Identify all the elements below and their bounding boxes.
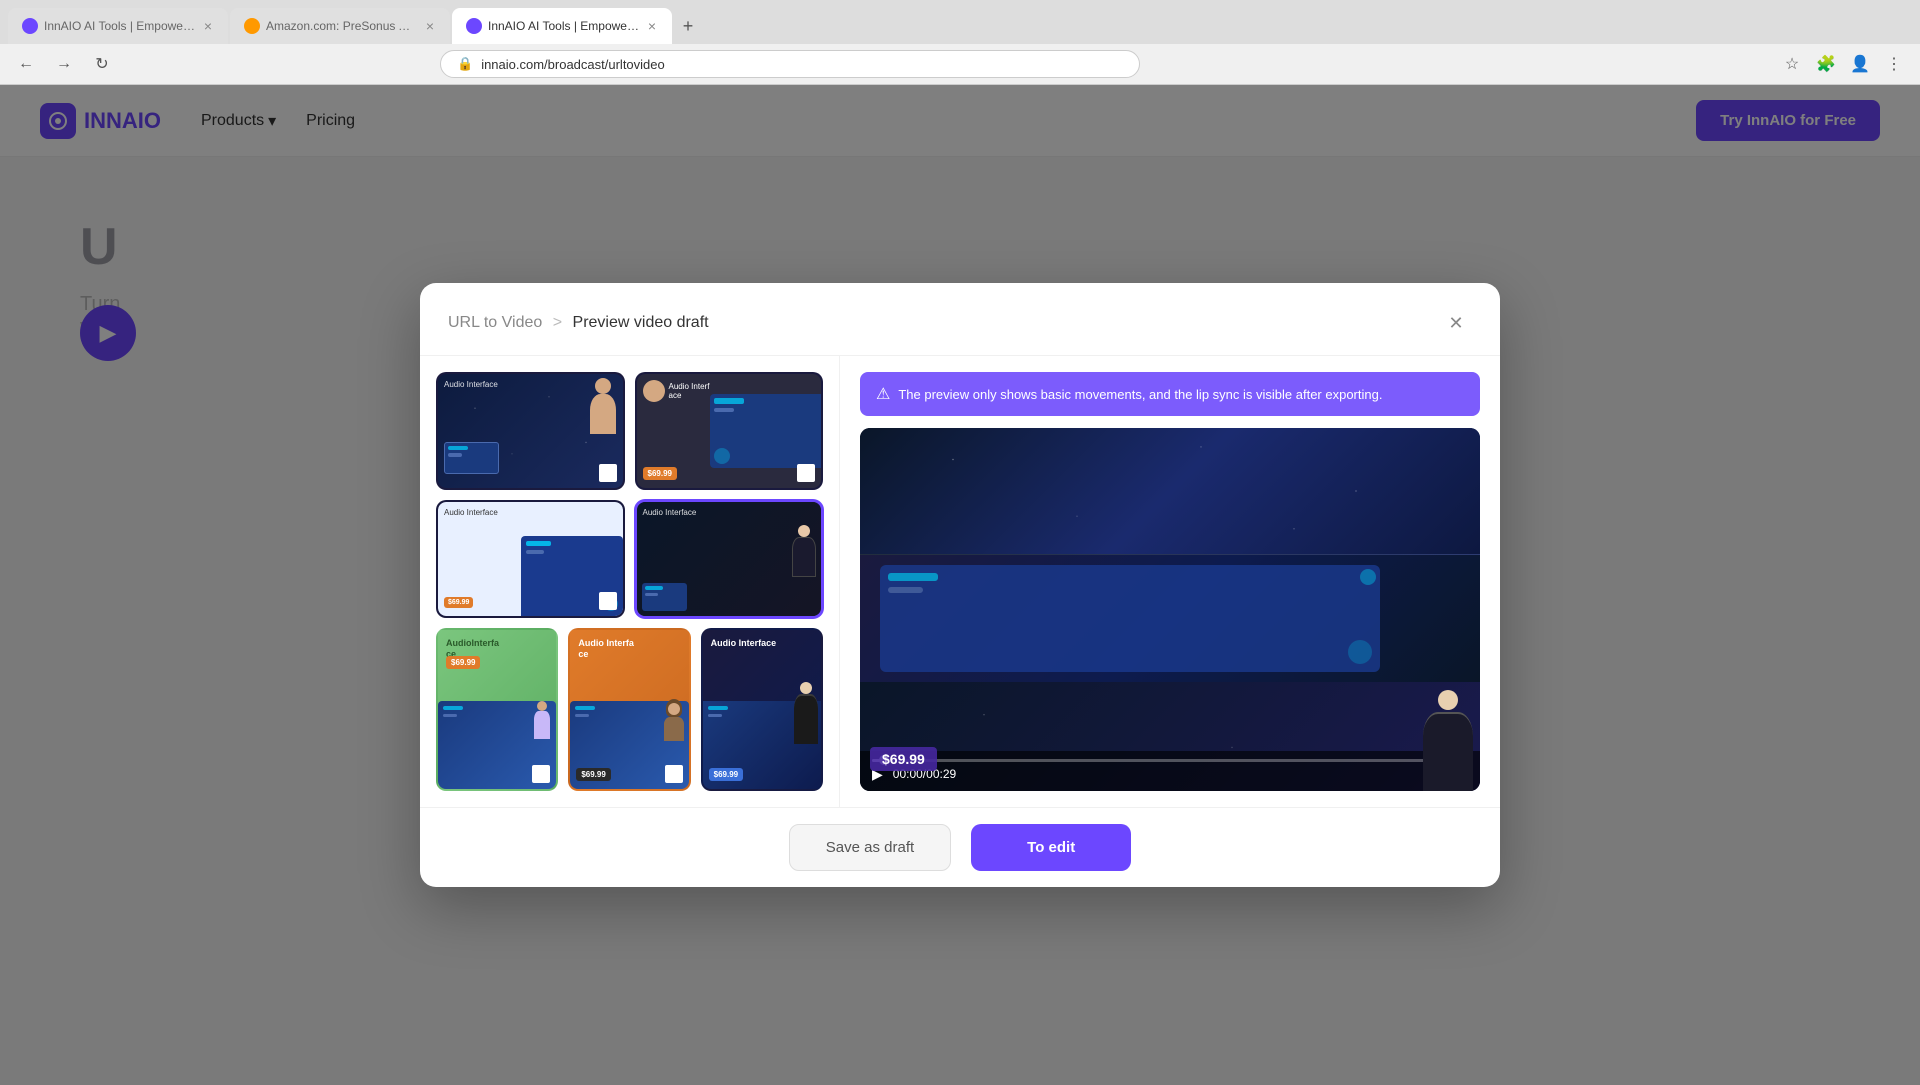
address-bar: ← → ↻ 🔒 innaio.com/broadcast/urltovideo …: [0, 44, 1920, 84]
tab-title-3: InnAIO AI Tools | Empower Con...: [488, 19, 640, 33]
card4-presenter: [786, 525, 821, 616]
tab-bar: InnAIO AI Tools | Empower Con... × Amazo…: [0, 0, 1920, 44]
modal-dialog: URL to Video > Preview video draft ✕: [420, 283, 1500, 887]
tab-favicon-2: [244, 18, 260, 34]
browser-chrome: InnAIO AI Tools | Empower Con... × Amazo…: [0, 0, 1920, 85]
templates-bottom-row: AudioInterface $69.99: [436, 628, 823, 791]
url-text: innaio.com/broadcast/urltovideo: [481, 57, 665, 72]
template-card-3[interactable]: Audio Interface $69.99: [436, 500, 625, 618]
modal-header: URL to Video > Preview video draft ✕: [420, 283, 1500, 356]
card2-price: $69.99: [643, 467, 677, 480]
template-card-6[interactable]: Audio Interface: [568, 628, 690, 791]
extensions-icon[interactable]: 🧩: [1812, 50, 1840, 78]
tab-close-3[interactable]: ×: [646, 16, 658, 36]
back-button[interactable]: ←: [12, 50, 40, 78]
template-card-4[interactable]: Audio Interface: [635, 500, 824, 618]
card1-person: [583, 374, 623, 434]
modal-footer: Save as draft To edit: [420, 807, 1500, 887]
modal-body: Audio Interface: [420, 356, 1500, 807]
breadcrumb-current: Preview video draft: [573, 314, 709, 331]
lock-icon: 🔒: [457, 56, 473, 72]
address-input[interactable]: 🔒 innaio.com/broadcast/urltovideo: [440, 50, 1140, 78]
card2-header: Audio Interface: [643, 380, 710, 402]
card5-qr: [532, 765, 550, 783]
new-tab-button[interactable]: +: [674, 12, 702, 40]
card4-label: Audio Interface: [643, 508, 697, 517]
tab-favicon-1: [22, 18, 38, 34]
modal-breadcrumb: URL to Video > Preview video draft: [448, 314, 709, 332]
menu-icon[interactable]: ⋮: [1880, 50, 1908, 78]
page-background: INNAIO Products ▾ Pricing Try InnAIO for…: [0, 85, 1920, 1085]
video-price-badge: $69.99: [870, 747, 937, 771]
browser-tab-2[interactable]: Amazon.com: PreSonus Audio... ×: [230, 8, 450, 44]
bookmark-icon[interactable]: ☆: [1778, 50, 1806, 78]
card1-label: Audio Interface: [444, 380, 498, 389]
card7-price: $69.99: [709, 768, 743, 781]
video-controls: ▶ 00:00/00:29: [860, 751, 1480, 791]
card3-price: $69.99: [444, 597, 473, 608]
device-in-video: [880, 565, 1380, 672]
alert-banner: ⚠ The preview only shows basic movements…: [860, 372, 1480, 416]
card7-label: Audio Interface: [711, 638, 813, 649]
card5-person: [532, 701, 552, 741]
card6-qr: [665, 765, 683, 783]
tab-favicon-3: [466, 18, 482, 34]
video-top-section: Audio Interface: [860, 428, 1480, 555]
card2-qr: [797, 464, 815, 482]
profile-icon[interactable]: 👤: [1846, 50, 1874, 78]
forward-button[interactable]: →: [50, 50, 78, 78]
card4-device: [642, 583, 687, 611]
controls-row: ▶ 00:00/00:29: [872, 766, 1468, 783]
card5-price: $69.99: [446, 656, 480, 669]
to-edit-button[interactable]: To edit: [971, 824, 1131, 871]
warning-icon: ⚠: [876, 384, 890, 404]
template-card-2[interactable]: Audio Interface $69.99: [635, 372, 824, 490]
template-card-5[interactable]: AudioInterface $69.99: [436, 628, 558, 791]
browser-toolbar-icons: ☆ 🧩 👤 ⋮: [1778, 50, 1908, 78]
card7-person: [791, 678, 821, 789]
modal-close-button[interactable]: ✕: [1440, 307, 1472, 339]
breadcrumb-separator: >: [553, 314, 567, 331]
templates-panel: Audio Interface: [420, 356, 840, 807]
card1-device: [444, 442, 499, 474]
tab-title-2: Amazon.com: PreSonus Audio...: [266, 19, 418, 33]
browser-tab-1[interactable]: InnAIO AI Tools | Empower Con... ×: [8, 8, 228, 44]
video-stars: [860, 428, 1480, 554]
progress-bar[interactable]: [872, 759, 1468, 762]
card6-person: [663, 699, 685, 741]
tab-close-1[interactable]: ×: [202, 16, 214, 36]
preview-panel: ⚠ The preview only shows basic movements…: [840, 356, 1500, 807]
video-presenter: [1415, 682, 1480, 791]
browser-tab-3[interactable]: InnAIO AI Tools | Empower Con... ×: [452, 8, 672, 44]
card2-device: [710, 394, 821, 468]
tab-title-1: InnAIO AI Tools | Empower Con...: [44, 19, 196, 33]
templates-top-grid: Audio Interface: [436, 372, 823, 618]
save-draft-button[interactable]: Save as draft: [789, 824, 951, 871]
card3-label: Audio Interface: [444, 508, 498, 517]
card1-qr: [599, 464, 617, 482]
card6-label: Audio Interface: [578, 638, 680, 660]
card3-qr: [599, 592, 617, 610]
card6-price: $69.99: [576, 768, 610, 781]
template-card-7[interactable]: Audio Interface $69.99: [701, 628, 823, 791]
breadcrumb-start: URL to Video: [448, 314, 542, 331]
video-preview: Audio Interface: [860, 428, 1480, 791]
template-card-1[interactable]: Audio Interface: [436, 372, 625, 490]
refresh-button[interactable]: ↻: [88, 50, 116, 78]
modal-overlay: URL to Video > Preview video draft ✕: [0, 85, 1920, 1085]
video-middle-section: [860, 555, 1480, 682]
tab-close-2[interactable]: ×: [424, 16, 436, 36]
alert-text: The preview only shows basic movements, …: [898, 387, 1382, 402]
